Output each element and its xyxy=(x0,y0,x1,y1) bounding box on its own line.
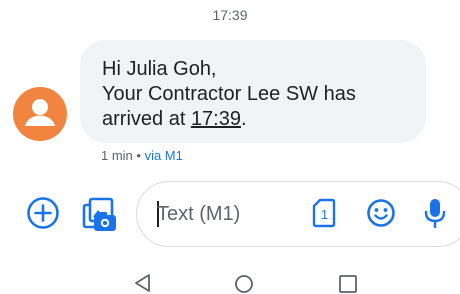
nav-back-icon[interactable] xyxy=(133,273,153,293)
message-line-contractor: Your Contractor Lee SW has xyxy=(102,83,356,105)
nav-home-icon[interactable] xyxy=(234,274,254,294)
message-line-greeting: Hi Julia Goh, xyxy=(102,58,217,80)
sim-card-icon[interactable]: 1 xyxy=(312,198,336,228)
message-age: 1 min xyxy=(101,148,133,163)
message-meta: 1 min • via M1 xyxy=(101,148,183,163)
message-via-sim: via M1 xyxy=(144,148,183,163)
sim-number-label: 1 xyxy=(321,207,328,222)
contact-avatar[interactable] xyxy=(13,87,67,141)
emoji-icon[interactable] xyxy=(366,198,396,228)
arrival-time-link[interactable]: 17:39 xyxy=(191,108,241,130)
message-line-arrival: arrived at 17:39. xyxy=(102,107,406,132)
arrival-prefix: arrived at xyxy=(102,108,191,130)
photo-gallery-icon[interactable] xyxy=(80,195,118,233)
arrival-suffix: . xyxy=(241,108,247,130)
add-circle-icon[interactable] xyxy=(26,196,60,230)
message-timestamp: 17:39 xyxy=(212,7,248,23)
compose-field[interactable] xyxy=(136,181,460,247)
microphone-icon[interactable] xyxy=(423,197,447,229)
person-icon xyxy=(25,99,55,126)
message-bubble[interactable]: Hi Julia Goh, Your Contractor Lee SW has… xyxy=(80,40,426,143)
nav-recents-icon[interactable] xyxy=(338,274,358,294)
messages-screen: 17:39 Hi Julia Goh, Your Contractor Lee … xyxy=(0,0,460,294)
meta-separator: • xyxy=(132,148,145,163)
message-input[interactable] xyxy=(157,200,297,228)
